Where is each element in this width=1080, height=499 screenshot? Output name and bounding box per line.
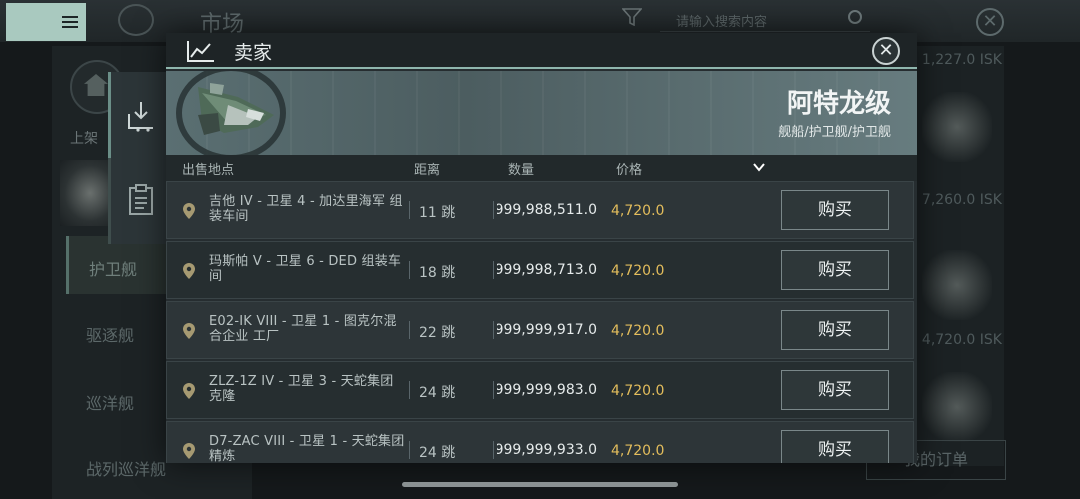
divider: [493, 201, 494, 219]
buy-button[interactable]: 购买: [781, 190, 889, 230]
quantity: 999,999,933.0: [497, 442, 597, 458]
price: 4,720.0: [611, 263, 665, 279]
chart-icon: [187, 41, 214, 62]
chevron-down-icon[interactable]: [752, 160, 766, 174]
location-pin-icon: [183, 443, 195, 459]
close-icon[interactable]: ✕: [872, 37, 900, 65]
sell-location: E02-IK VIII - 卫星 1 - 图克尔混合企业 工厂: [209, 314, 397, 344]
search-input[interactable]: 请输入搜索内容: [660, 6, 870, 32]
table-row: E02-IK VIII - 卫星 1 - 图克尔混合企业 工厂 22 跳 999…: [166, 301, 914, 359]
quantity: 999,998,713.0: [497, 262, 597, 278]
location-pin-icon: [183, 203, 195, 219]
divider: [409, 441, 410, 459]
result-price: 7,260.0 ISK: [921, 192, 1002, 208]
divider: [409, 201, 410, 219]
divider: [493, 381, 494, 399]
price: 4,720.0: [611, 323, 665, 339]
buy-button[interactable]: 购买: [781, 310, 889, 350]
price: 4,720.0: [611, 203, 665, 219]
sell-location: ZLZ-1Z IV - 卫星 3 - 天蛇集团 克隆: [209, 374, 394, 404]
result-ship-image[interactable]: [922, 250, 992, 320]
market-close-icon[interactable]: ✕: [976, 8, 1004, 36]
column-quantity[interactable]: 数量: [508, 159, 534, 178]
table-row: D7-ZAC VIII - 卫星 1 - 天蛇集团 精炼 24 跳 999,99…: [166, 421, 914, 463]
clipboard-icon: [129, 184, 153, 215]
seller-list: 吉他 IV - 卫星 4 - 加达里海军 组装车间 11 跳 999,988,5…: [166, 181, 917, 463]
buy-button[interactable]: 购买: [781, 250, 889, 290]
seller-dialog: 卖家 ✕ 阿特龙级 舰船/护卫舰/护卫舰 出售地点 距离 数量 价格 吉他 IV…: [166, 33, 917, 463]
divider: [493, 441, 494, 459]
divider: [409, 381, 410, 399]
home-indicator[interactable]: [402, 482, 678, 487]
sell-location: D7-ZAC VIII - 卫星 1 - 天蛇集团 精炼: [209, 434, 405, 463]
filter-icon[interactable]: [622, 8, 642, 26]
item-category-path: 舰船/护卫舰/护卫舰: [778, 125, 891, 140]
divider: [493, 321, 494, 339]
jump-distance: 24 跳: [419, 385, 456, 401]
result-price: 4,720.0 ISK: [921, 332, 1002, 348]
divider: [409, 321, 410, 339]
table-row: 玛斯帕 V - 卫星 6 - DED 组装车间 18 跳 999,998,713…: [166, 241, 914, 299]
jump-distance: 11 跳: [419, 205, 456, 221]
ship-image: [198, 83, 274, 135]
column-price[interactable]: 价格: [616, 159, 642, 178]
divider: [493, 261, 494, 279]
item-banner: 阿特龙级 舰船/护卫舰/护卫舰: [166, 71, 917, 155]
jump-distance: 22 跳: [419, 325, 456, 341]
location-pin-icon: [183, 383, 195, 399]
table-row: 吉他 IV - 卫星 4 - 加达里海军 组装车间 11 跳 999,988,5…: [166, 181, 914, 239]
jump-distance: 18 跳: [419, 265, 456, 281]
dialog-header: 卖家 ✕: [166, 33, 917, 69]
result-price: 1,227.0 ISK: [921, 52, 1002, 68]
market-chart-icon: [118, 4, 154, 36]
sell-location: 玛斯帕 V - 卫星 6 - DED 组装车间: [209, 254, 402, 284]
table-header: 出售地点 距离 数量 价格: [166, 155, 917, 181]
item-name: 阿特龙级: [786, 89, 891, 119]
location-pin-icon: [183, 323, 195, 339]
sell-location: 吉他 IV - 卫星 4 - 加达里海军 组装车间: [209, 194, 403, 224]
hamburger-icon: [62, 13, 78, 31]
shelf-label: 上架: [70, 131, 98, 147]
location-pin-icon: [183, 263, 195, 279]
menu-button[interactable]: [6, 3, 86, 41]
buy-button[interactable]: 购买: [781, 370, 889, 410]
quantity: 999,988,511.0: [497, 202, 597, 218]
download-tray-icon: [128, 102, 153, 132]
price: 4,720.0: [611, 383, 665, 399]
price: 4,720.0: [611, 443, 665, 459]
table-row: ZLZ-1Z IV - 卫星 3 - 天蛇集团 克隆 24 跳 999,999,…: [166, 361, 914, 419]
buy-button[interactable]: 购买: [781, 430, 889, 463]
divider: [409, 261, 410, 279]
dialog-title: 卖家: [234, 42, 273, 64]
search-icon[interactable]: [848, 10, 862, 24]
jump-distance: 24 跳: [419, 445, 456, 461]
result-ship-image[interactable]: [922, 92, 992, 162]
result-ship-image[interactable]: [922, 372, 992, 442]
quantity: 999,999,917.0: [497, 322, 597, 338]
quantity: 999,999,983.0: [497, 382, 597, 398]
column-location[interactable]: 出售地点: [182, 159, 234, 178]
column-distance[interactable]: 距离: [414, 159, 440, 178]
